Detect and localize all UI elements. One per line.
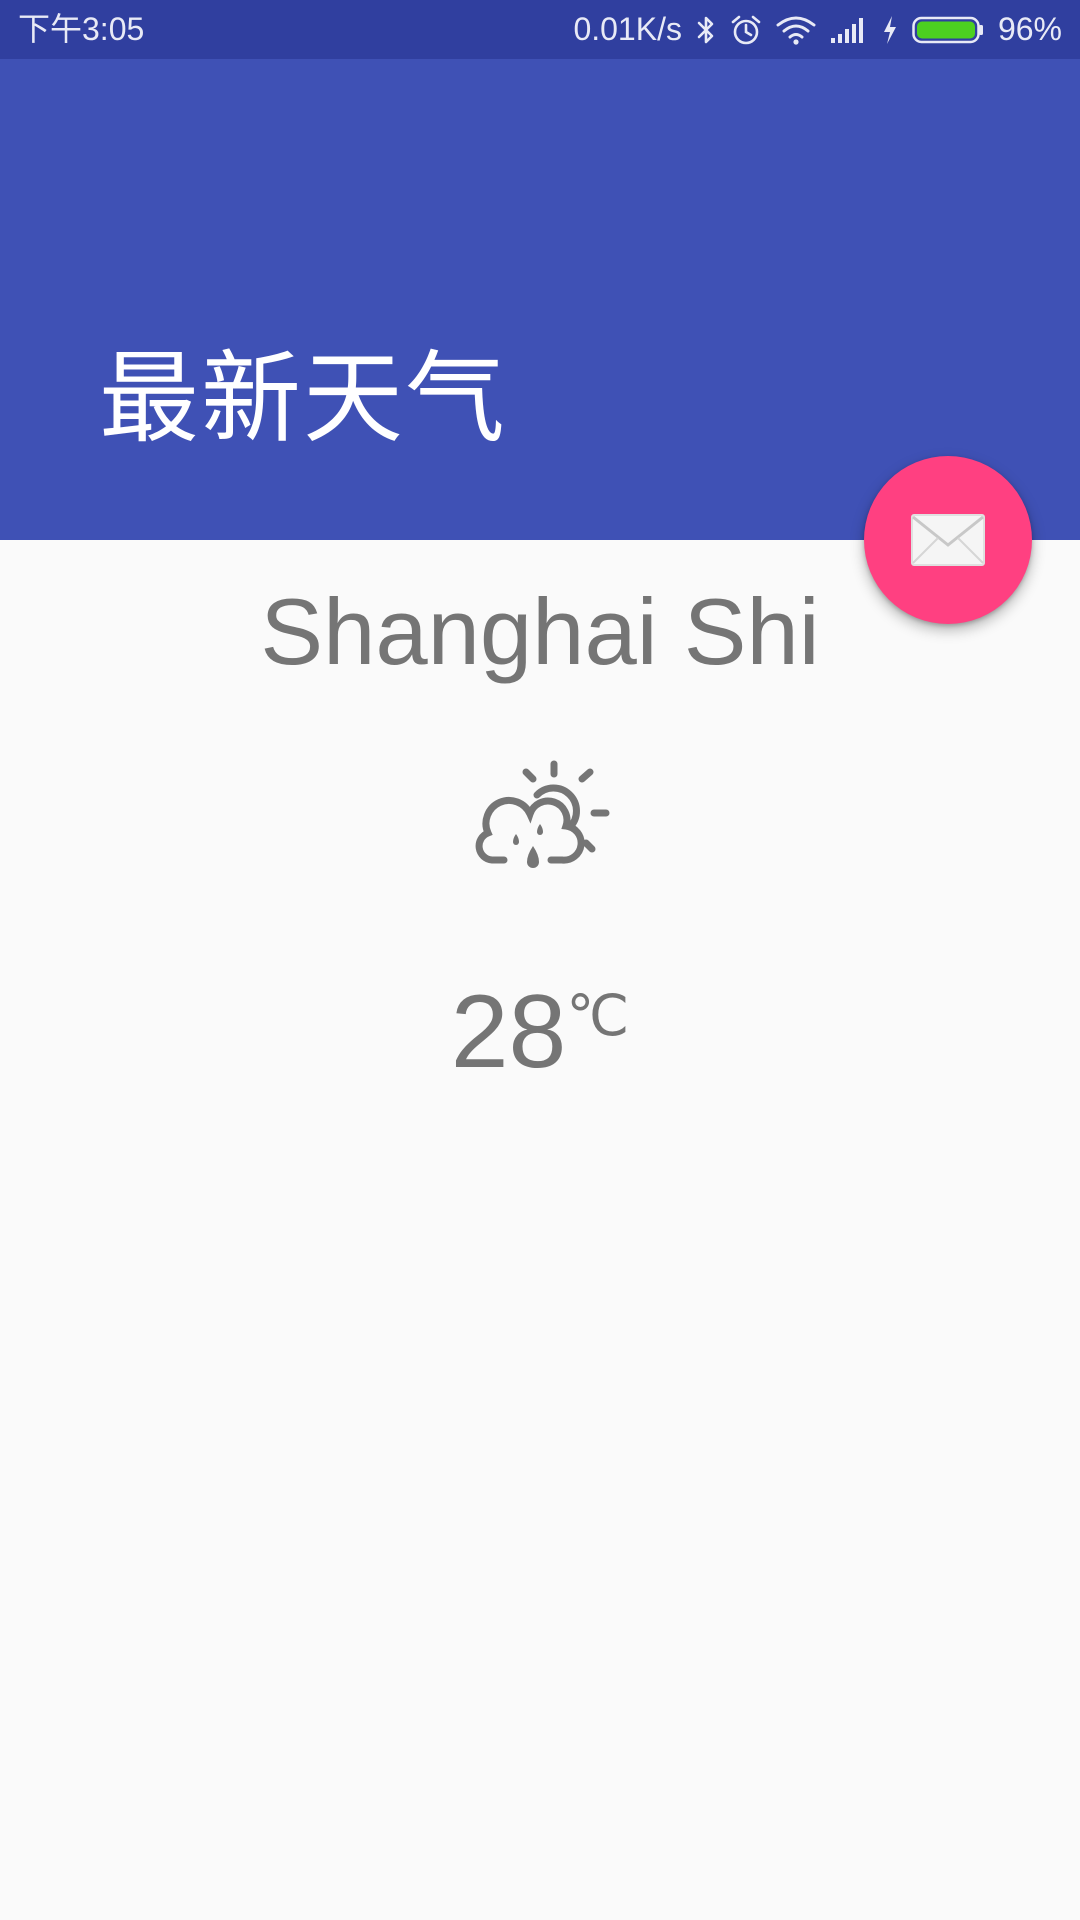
temperature-unit: ℃ bbox=[566, 984, 630, 1047]
cloud-rain-sun-icon bbox=[475, 760, 610, 868]
temperature: 28℃ bbox=[0, 980, 1080, 1084]
status-bar: 下午3:05 0.01K/s 96% bbox=[0, 0, 1080, 59]
alarm-icon bbox=[731, 15, 761, 44]
charging-icon bbox=[883, 15, 896, 44]
battery-percent: 96% bbox=[997, 11, 1062, 47]
wifi-icon bbox=[776, 16, 816, 45]
network-speed: 0.01K/s bbox=[573, 11, 682, 47]
signal-icon bbox=[830, 17, 863, 43]
city-name: Shanghai Shi bbox=[260, 579, 820, 684]
page-title: 最新天气 bbox=[99, 340, 507, 457]
bluetooth-icon bbox=[697, 16, 714, 43]
temperature-value: 28 bbox=[450, 974, 567, 1090]
status-time: 下午3:05 bbox=[18, 11, 145, 47]
mail-icon bbox=[911, 514, 985, 566]
battery-icon bbox=[912, 16, 983, 43]
weather-screen: 下午3:05 0.01K/s 96% 最新天气 Shanghai Shi 28℃ bbox=[0, 0, 1080, 1920]
status-icons: 0.01K/s 96% bbox=[573, 0, 1062, 59]
